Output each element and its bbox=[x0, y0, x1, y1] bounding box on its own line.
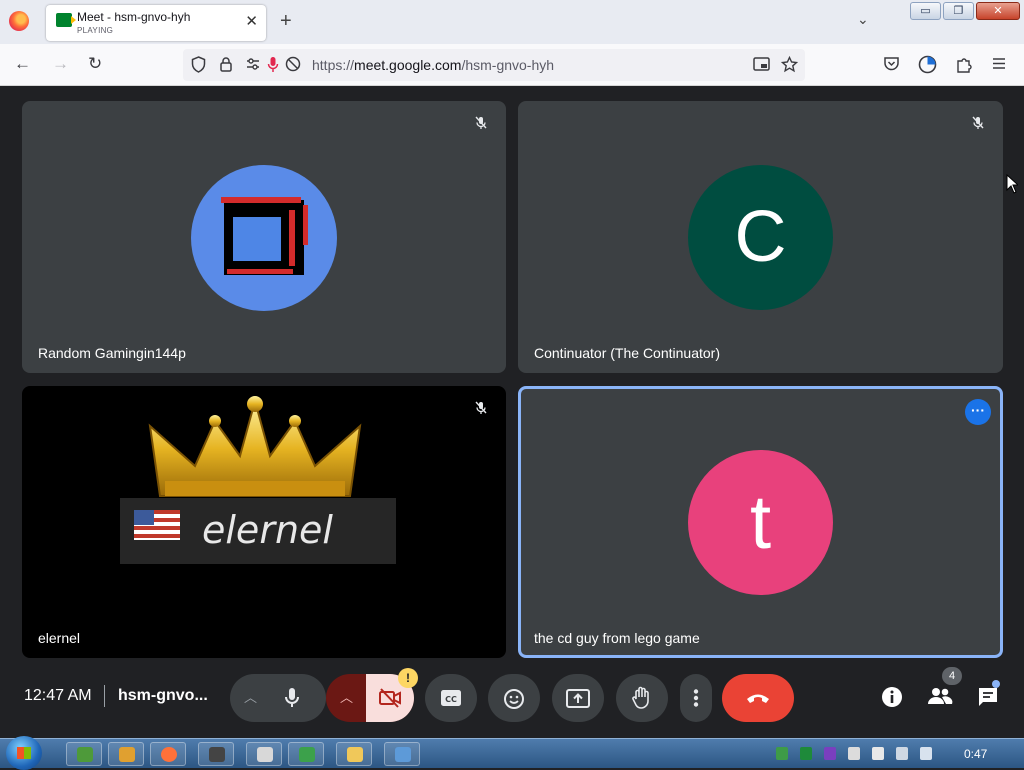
list-all-tabs-button[interactable]: ⌄ bbox=[857, 11, 869, 28]
people-icon[interactable] bbox=[927, 686, 953, 706]
tray-volume-icon[interactable] bbox=[920, 747, 932, 760]
reload-button[interactable]: ↻ bbox=[88, 54, 102, 74]
participants-count-badge: 4 bbox=[942, 667, 962, 685]
participant-tile-self[interactable]: ··· t the cd guy from lego game bbox=[518, 386, 1003, 658]
reactions-button[interactable] bbox=[488, 674, 540, 722]
participant-name: Continuator (The Continuator) bbox=[534, 345, 720, 361]
lock-icon[interactable] bbox=[219, 56, 233, 73]
taskbar-clock[interactable]: 0:47 bbox=[964, 747, 987, 761]
present-screen-icon bbox=[566, 689, 590, 708]
taskbar-app-5[interactable] bbox=[246, 742, 282, 766]
bookmark-star-icon[interactable] bbox=[781, 56, 798, 73]
closed-captions-icon: CC bbox=[441, 690, 461, 706]
taskbar-app-8[interactable] bbox=[384, 742, 420, 766]
tab-close-icon[interactable]: ✕ bbox=[245, 13, 258, 31]
raise-hand-button[interactable] bbox=[616, 674, 668, 722]
back-button[interactable]: ← bbox=[14, 54, 31, 74]
crown-icon bbox=[148, 396, 362, 497]
tab-title: Meet - hsm-gnvo-hyh bbox=[77, 10, 191, 24]
audio-options-chevron-icon[interactable]: ︿ bbox=[244, 674, 257, 722]
camera-off-icon bbox=[379, 688, 401, 708]
avatar-initial: t bbox=[688, 450, 833, 595]
browser-tabstrip: Meet - hsm-gnvo-hyh PLAYING ✕ + ⌄ ▭ ❐ ✕ bbox=[0, 0, 1024, 44]
picture-in-picture-icon[interactable] bbox=[753, 56, 770, 72]
avatar-initial: C bbox=[688, 165, 833, 310]
avatar-pixel-window bbox=[191, 165, 337, 311]
tray-app-icon[interactable] bbox=[800, 747, 812, 760]
participant-name: elernel bbox=[38, 630, 81, 646]
forward-button[interactable]: → bbox=[52, 54, 69, 74]
windows-taskbar: 0:47 bbox=[0, 736, 1024, 770]
tray-display-icon[interactable] bbox=[896, 747, 908, 760]
leave-call-button[interactable] bbox=[722, 674, 794, 722]
tray-microphone-icon[interactable] bbox=[824, 747, 836, 760]
hamburger-menu-icon[interactable] bbox=[992, 57, 1006, 70]
meeting-clock: 12:47 AM bbox=[24, 687, 92, 704]
tab-playing-label: PLAYING bbox=[77, 26, 114, 35]
browser-navbar: ← → ↻ https://meet.google.com/hsm-gnvo-h… bbox=[0, 44, 1024, 86]
window-controls: ▭ ❐ ✕ bbox=[910, 2, 1020, 20]
tab-meet[interactable]: Meet - hsm-gnvo-hyh PLAYING ✕ bbox=[46, 5, 266, 41]
muted-mic-icon bbox=[966, 114, 990, 138]
meeting-details-info-icon[interactable] bbox=[881, 686, 903, 708]
svg-text:CC: CC bbox=[445, 695, 457, 704]
meet-stage: Random Gamingin144p C Continuator (The C… bbox=[0, 86, 1024, 738]
tray-flag-icon[interactable] bbox=[872, 747, 884, 760]
microphone-in-use-icon[interactable] bbox=[267, 56, 279, 74]
minimize-button[interactable]: ▭ bbox=[910, 2, 941, 20]
us-flag-icon bbox=[134, 510, 180, 540]
participant-name: Random Gamingin144p bbox=[38, 345, 186, 361]
firefox-logo-icon[interactable] bbox=[9, 11, 29, 31]
start-button[interactable] bbox=[6, 736, 42, 770]
camera-warning-badge: ! bbox=[398, 668, 418, 688]
taskbar-app-4[interactable] bbox=[198, 742, 234, 766]
emoji-smile-icon bbox=[504, 689, 524, 709]
permissions-icon[interactable] bbox=[245, 56, 261, 72]
more-vert-icon bbox=[693, 689, 699, 707]
close-window-button[interactable]: ✕ bbox=[976, 2, 1020, 20]
microphone-icon[interactable] bbox=[284, 687, 300, 709]
url-bar[interactable]: https://meet.google.com/hsm-gnvo-hyh bbox=[183, 49, 805, 81]
more-options-button[interactable] bbox=[680, 674, 712, 722]
participant-tile-random-gaming[interactable]: Random Gamingin144p bbox=[22, 101, 506, 373]
taskbar-app-6[interactable] bbox=[288, 742, 324, 766]
participant-tile-continuator[interactable]: C Continuator (The Continuator) bbox=[518, 101, 1003, 373]
participant-tile-elernel[interactable]: elernel elernel bbox=[22, 386, 506, 658]
taskbar-explorer[interactable] bbox=[336, 742, 372, 766]
microphone-control-group: ︿ bbox=[230, 674, 326, 722]
taskbar-app-2[interactable] bbox=[108, 742, 144, 766]
chat-notification-dot bbox=[992, 680, 1000, 688]
more-options-dots-button[interactable]: ··· bbox=[965, 399, 991, 425]
meeting-code[interactable]: hsm-gnvo... bbox=[118, 687, 208, 705]
restore-button[interactable]: ❐ bbox=[943, 2, 974, 20]
tracking-protection-shield-icon[interactable] bbox=[191, 56, 206, 73]
taskbar-firefox[interactable] bbox=[150, 742, 186, 766]
raise-hand-icon bbox=[632, 686, 649, 709]
video-caption-text: elernel bbox=[202, 508, 333, 552]
mouse-cursor-icon bbox=[1006, 174, 1018, 194]
tray-document-icon[interactable] bbox=[848, 747, 860, 760]
participant-name: the cd guy from lego game bbox=[534, 630, 700, 646]
hang-up-phone-icon bbox=[747, 694, 769, 703]
meet-favicon-icon bbox=[56, 13, 76, 27]
extensions-puzzle-icon[interactable] bbox=[956, 56, 972, 73]
account-sync-icon[interactable] bbox=[918, 55, 937, 74]
name-banner: elernel bbox=[120, 498, 396, 564]
new-tab-button[interactable]: + bbox=[280, 10, 292, 33]
chat-icon[interactable] bbox=[977, 686, 999, 708]
pocket-icon[interactable] bbox=[883, 56, 900, 72]
camera-blocked-icon[interactable] bbox=[285, 56, 301, 72]
present-screen-button[interactable] bbox=[552, 674, 604, 722]
url-text[interactable]: https://meet.google.com/hsm-gnvo-hyh bbox=[312, 57, 554, 73]
pixel-window-avatar-icon bbox=[221, 197, 308, 275]
divider bbox=[104, 685, 105, 707]
captions-button[interactable]: CC bbox=[425, 674, 477, 722]
tray-network-icon[interactable] bbox=[776, 747, 788, 760]
muted-mic-icon bbox=[469, 114, 493, 138]
video-options-chevron-icon[interactable]: ︿ bbox=[340, 674, 353, 722]
muted-mic-icon bbox=[469, 399, 493, 423]
taskbar-app-1[interactable] bbox=[66, 742, 102, 766]
